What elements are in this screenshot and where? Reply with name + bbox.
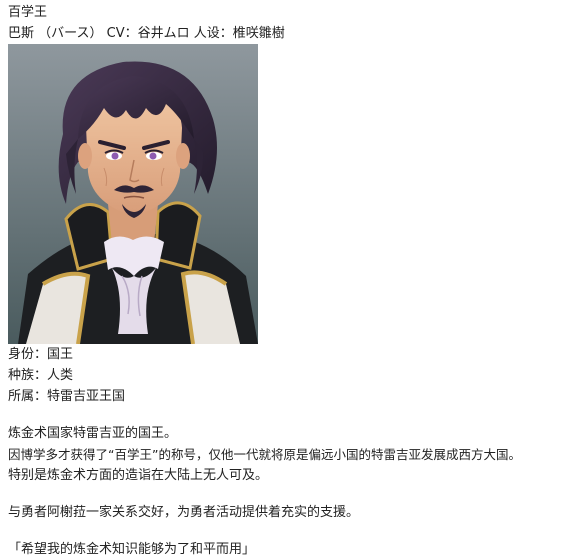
profile-affiliation: 所属：特雷吉亚王国 <box>8 389 126 404</box>
character-quote: 「希望我的炼金术知识能够为了和平而用」 <box>8 542 256 557</box>
character-credits: 巴斯 （バース） CV：谷井ムロ 人设：椎咲雛樹 <box>8 26 285 41</box>
description-line-4: 与勇者阿榭菈一家关系交好，为勇者活动提供着充实的支援。 <box>8 505 360 520</box>
description-line-3: 特别是炼金术方面的造诣在大陆上无人可及。 <box>8 468 269 483</box>
description-line-2: 因博学多才获得了“百学王”的称号，仅他一代就将原是偏远小国的特雷吉亚发展成西方大… <box>8 447 521 462</box>
description-line-1: 炼金术国家特雷吉亚的国王。 <box>8 426 178 441</box>
character-portrait <box>8 44 258 344</box>
profile-identity: 身份：国王 <box>8 347 74 362</box>
profile-race: 种族：人类 <box>8 368 74 383</box>
character-title: 百学王 <box>8 5 48 20</box>
